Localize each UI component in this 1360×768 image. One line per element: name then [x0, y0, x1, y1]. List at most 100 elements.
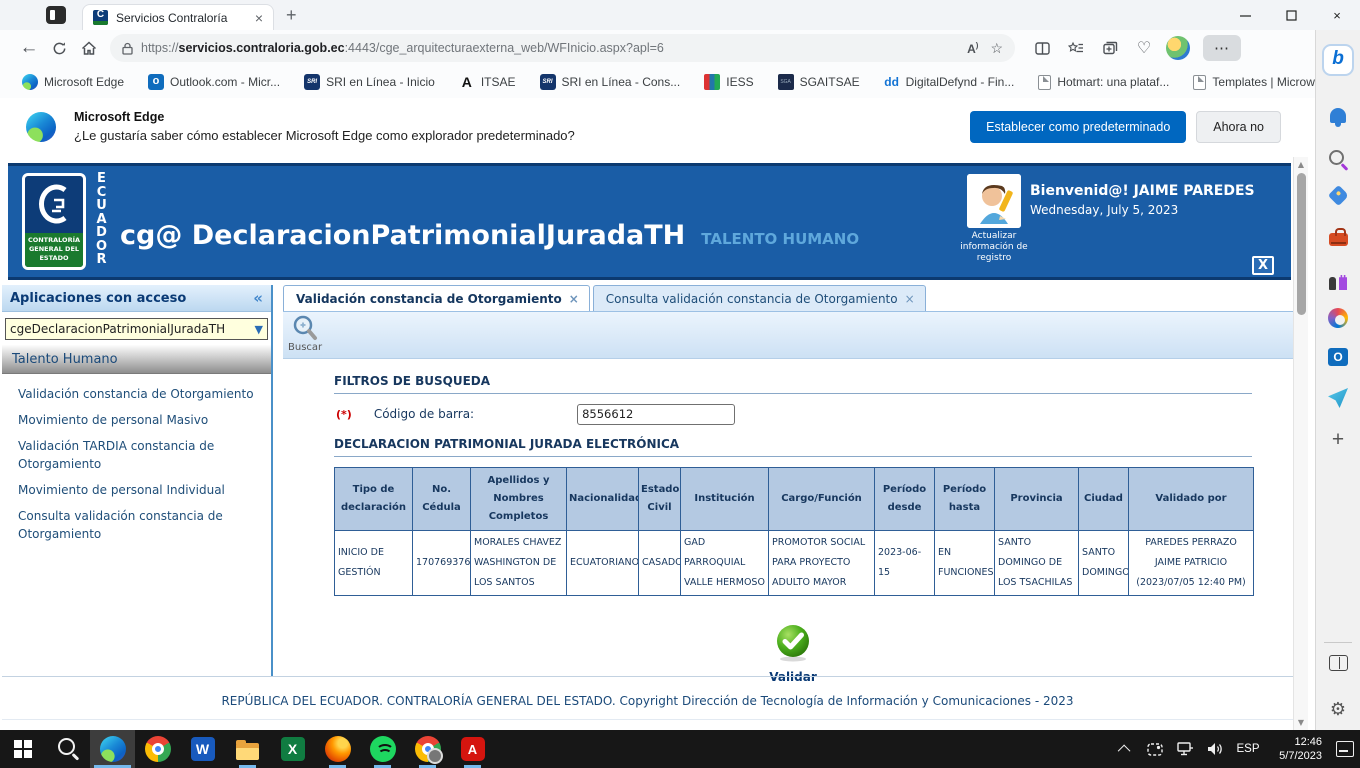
app-title: cg@ DeclaracionPatrimonialJuradaTH: [120, 220, 685, 251]
results-heading: DECLARACION PATRIMONIAL JURADA ELECTRÓNI…: [334, 437, 1252, 457]
profile-avatar[interactable]: [1161, 34, 1195, 62]
sidebar-collapse-icon[interactable]: «: [253, 289, 263, 307]
tab-actions-menu-icon[interactable]: [46, 6, 66, 24]
browser-essentials-icon[interactable]: ♡: [1127, 34, 1161, 62]
scroll-down-icon[interactable]: ▼: [1294, 718, 1308, 727]
address-bar[interactable]: https://servicios.contraloria.gob.ec:444…: [110, 34, 1015, 62]
new-tab-button[interactable]: +: [286, 5, 297, 26]
shopping-sidebar-icon[interactable]: [1316, 188, 1360, 203]
bookmark-item[interactable]: DigitalDefynd - Fin...: [884, 74, 1015, 90]
green-check-icon[interactable]: [773, 622, 813, 662]
user-avatar[interactable]: [967, 174, 1021, 228]
chrome-alt-taskbar-button[interactable]: [405, 730, 450, 768]
table-cell: 1707693766: [413, 531, 471, 596]
bookmark-item[interactable]: SGAITSAE: [778, 74, 860, 90]
tools-sidebar-icon[interactable]: [1316, 228, 1360, 246]
outlook-icon: [1328, 348, 1348, 366]
favorites-icon[interactable]: [1059, 34, 1093, 62]
validar-button[interactable]: Validar: [334, 622, 1252, 684]
tab-close-icon[interactable]: ×: [255, 11, 263, 25]
language-indicator[interactable]: ESP: [1230, 743, 1266, 755]
network-icon[interactable]: [1170, 730, 1200, 768]
clock[interactable]: 12:46 5/7/2023: [1270, 735, 1322, 763]
bookmark-item[interactable]: IESS: [704, 74, 753, 90]
bookmark-item[interactable]: Templates | Microw...: [1193, 75, 1324, 90]
refresh-icon[interactable]: [44, 34, 74, 62]
scrollbar-thumb[interactable]: [1297, 173, 1306, 315]
start-icon: [10, 736, 36, 762]
app-tab-label: Validación constancia de Otorgamiento: [296, 292, 562, 306]
set-default-button[interactable]: Establecer como predeterminado: [970, 111, 1186, 143]
page-content: CONTRALORÍA GENERAL DEL ESTADO ECUADOR c…: [0, 155, 1315, 730]
scroll-up-icon[interactable]: ▲: [1294, 160, 1308, 169]
back-icon[interactable]: ←: [14, 34, 44, 62]
column-header: Ciudad: [1079, 468, 1129, 531]
sidebar-menu-item[interactable]: Movimiento de personal Individual: [2, 477, 271, 503]
bookmark-item[interactable]: Outlook.com - Micr...: [148, 74, 280, 90]
bookmark-label: Microsoft Edge: [44, 75, 124, 89]
favorite-star-icon[interactable]: ☆: [990, 40, 1003, 57]
bookmark-item[interactable]: SRI en Línea - Cons...: [540, 74, 681, 90]
chrome-taskbar-button[interactable]: [135, 730, 180, 768]
sidebar-menu-item[interactable]: Movimiento de personal Masivo: [2, 407, 271, 433]
add-sidebar-icon[interactable]: [1316, 428, 1360, 452]
search-sidebar-icon[interactable]: [1316, 148, 1360, 172]
bookmark-item[interactable]: SRI en Línea - Inicio: [304, 74, 435, 90]
outlook-sidebar-icon[interactable]: [1316, 348, 1360, 366]
browser-tab[interactable]: Servicios Contraloría ×: [82, 4, 274, 31]
firefox-taskbar-button[interactable]: [315, 730, 360, 768]
spotify-taskbar-button[interactable]: [360, 730, 405, 768]
sidebar-menu-item[interactable]: Validación constancia de Otorgamiento: [2, 381, 271, 407]
update-profile-block[interactable]: Actualizar información de registro: [958, 174, 1030, 264]
barcode-input[interactable]: [577, 404, 735, 425]
application-dropdown-value: cgeDeclaracionPatrimonialJuradaTH: [10, 322, 255, 336]
page-favicon: [1038, 75, 1051, 90]
sidebar-section-talento-humano[interactable]: Talento Humano: [2, 345, 271, 374]
maximize-button[interactable]: [1268, 0, 1314, 30]
explorer-taskbar-button[interactable]: [225, 730, 270, 768]
bing-sidebar-icon[interactable]: [1316, 44, 1360, 76]
screen-clip-icon[interactable]: [1140, 730, 1170, 768]
drop-sidebar-icon[interactable]: [1316, 388, 1360, 408]
sidebar-menu-item[interactable]: Validación TARDIA constancia de Otorgami…: [2, 433, 271, 477]
settings-sidebar-icon[interactable]: [1316, 697, 1360, 721]
app-tab[interactable]: Validación constancia de Otorgamiento ×: [283, 285, 590, 311]
app-tab-close-icon[interactable]: ×: [905, 292, 915, 306]
edge-taskbar-button[interactable]: [90, 730, 135, 768]
not-now-button[interactable]: Ahora no: [1196, 111, 1281, 143]
bookmark-item[interactable]: ITSAE: [459, 74, 516, 90]
application-dropdown[interactable]: cgeDeclaracionPatrimonialJuradaTH ▼: [5, 318, 268, 340]
action-center-icon[interactable]: [1330, 730, 1360, 768]
split-screen-icon[interactable]: [1025, 34, 1059, 62]
bookmark-item[interactable]: Microsoft Edge: [22, 74, 124, 90]
minimize-button[interactable]: [1222, 0, 1268, 30]
games-sidebar-icon[interactable]: [1316, 268, 1360, 292]
acrobat-taskbar-button[interactable]: [450, 730, 495, 768]
home-icon[interactable]: [74, 34, 104, 62]
hidden-icons-chevron[interactable]: [1110, 730, 1140, 768]
word-taskbar-button[interactable]: [180, 730, 225, 768]
sidebar-menu-item[interactable]: Consulta validación constancia de Otorga…: [2, 503, 271, 547]
notification-title: Microsoft Edge: [74, 110, 575, 124]
settings-more-icon[interactable]: ⋯: [1203, 35, 1241, 61]
acrobat-icon: [461, 737, 485, 761]
bell-sidebar-icon[interactable]: [1316, 108, 1360, 123]
search-taskbar-button[interactable]: [45, 730, 90, 768]
close-button[interactable]: ×: [1314, 0, 1360, 30]
bookmark-label: Hotmart: una plataf...: [1057, 75, 1169, 89]
m365-sidebar-icon[interactable]: [1316, 308, 1360, 328]
excel-taskbar-button[interactable]: [270, 730, 315, 768]
read-aloud-icon[interactable]: A): [967, 41, 978, 56]
app-tab[interactable]: Consulta validación constancia de Otorga…: [593, 285, 926, 311]
page-scrollbar[interactable]: ▲ ▼: [1293, 157, 1308, 730]
volume-icon[interactable]: [1200, 730, 1230, 768]
page-favicon: [1193, 75, 1206, 90]
search-icon: [1326, 148, 1350, 172]
app-tab-close-icon[interactable]: ×: [569, 292, 579, 306]
collections-icon[interactable]: [1093, 34, 1127, 62]
buscar-button[interactable]: Buscar: [288, 314, 322, 353]
bookmark-item[interactable]: Hotmart: una plataf...: [1038, 75, 1169, 90]
split-sidebar-icon[interactable]: [1316, 655, 1360, 671]
start-taskbar-button[interactable]: [0, 730, 45, 768]
banner-close-button[interactable]: X: [1252, 256, 1274, 275]
